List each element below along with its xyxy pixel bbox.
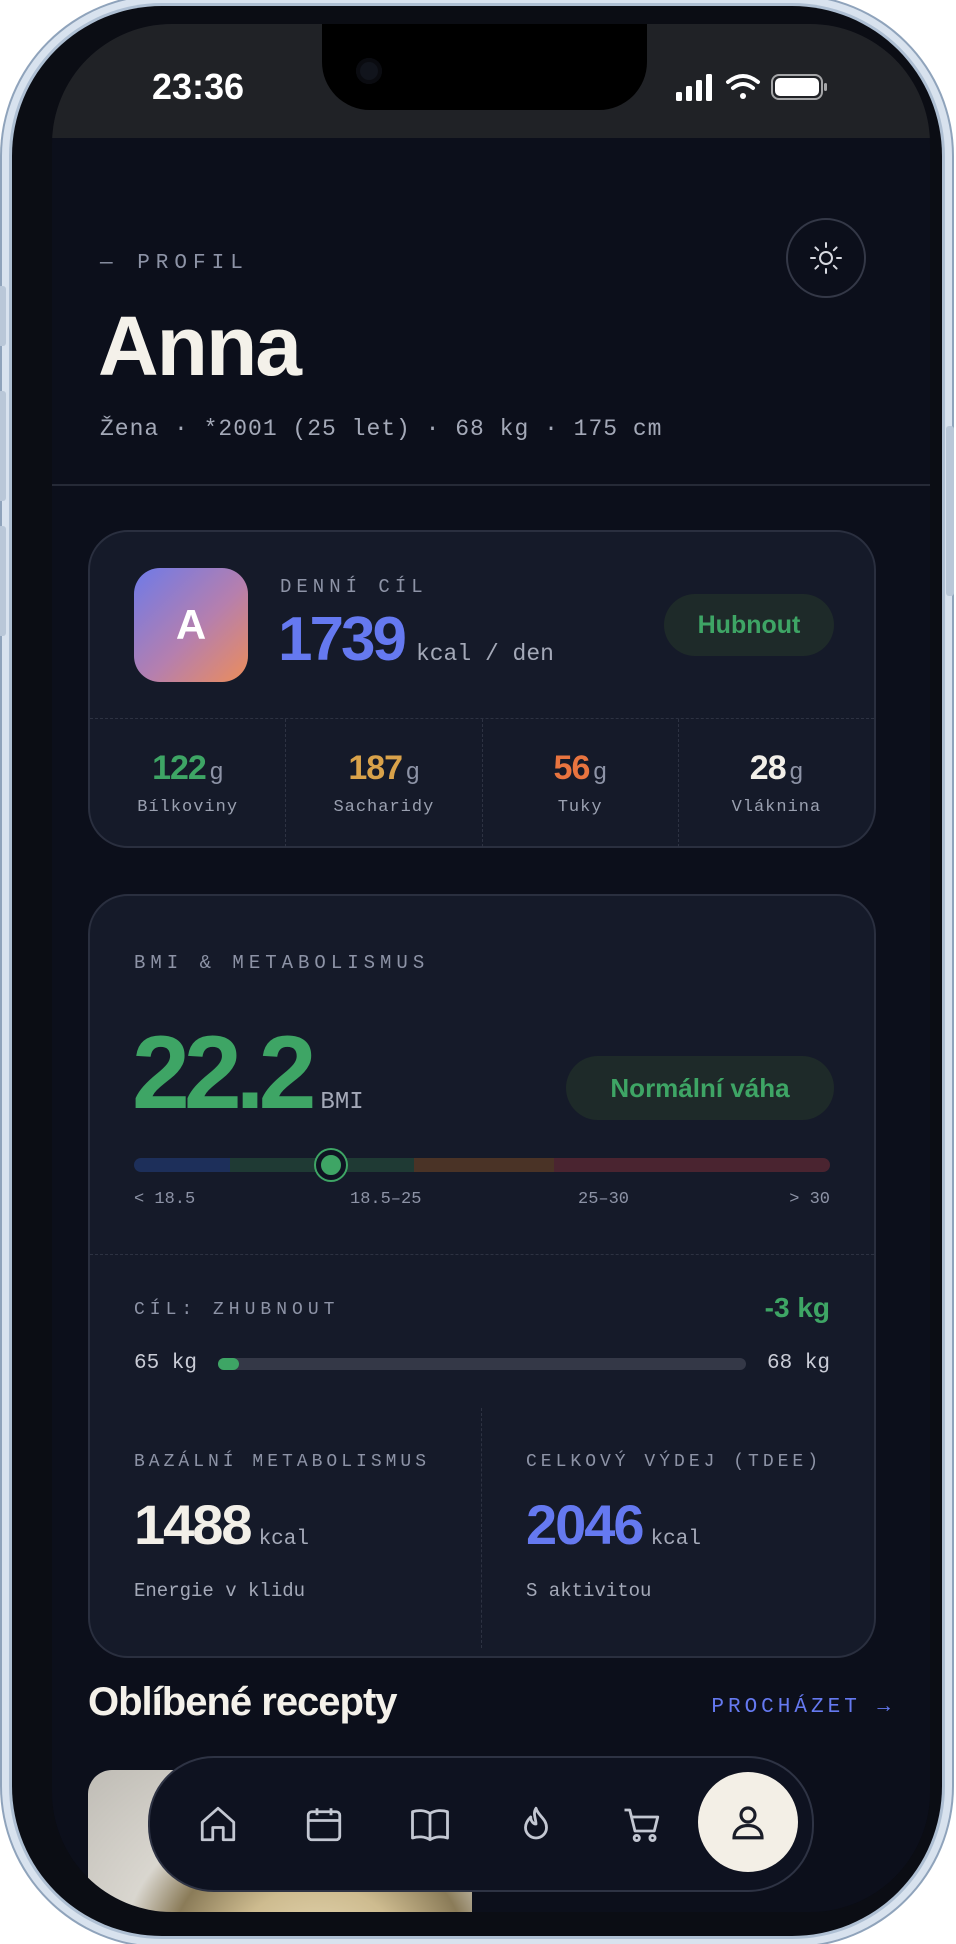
theme-toggle-button[interactable] (786, 218, 866, 298)
macro-fat: 56 g Tuky (483, 719, 679, 847)
bmr-unit: kcal (258, 1528, 309, 1551)
profile-icon (732, 1806, 764, 1840)
macro-fiber: 28 g Vláknina (679, 719, 874, 847)
tdee-unit: kcal (650, 1528, 701, 1551)
bmi-card: BMI & METABOLISMUS 22.2 BMI Normální váh… (88, 894, 876, 1658)
daily-goal-label: DENNÍ CÍL (280, 576, 428, 598)
wifi-icon (726, 74, 760, 99)
nav-calories[interactable] (510, 1798, 562, 1850)
nav-profile[interactable] (698, 1772, 798, 1872)
bmi-segment-obese (554, 1158, 830, 1172)
sun-icon (810, 242, 842, 274)
mute-switch (0, 286, 6, 346)
profile-meta: Žena · *2001 (25 let) · 68 kg · 175 cm (100, 416, 663, 442)
status-icons (676, 72, 846, 109)
macro-name: Tuky (557, 798, 603, 817)
calendar-icon (306, 1808, 342, 1842)
weight-goal-label: CÍL: ZHUBNOUT (134, 1300, 340, 1320)
bmi-marker (316, 1150, 346, 1180)
macro-carbs: 187 g Sacharidy (286, 719, 483, 847)
bmi-segment-over (414, 1158, 554, 1172)
macros-row: 122 g Bílkoviny 187 g Sacharidy 56 g Tuky 2… (90, 718, 874, 847)
home-icon (200, 1806, 236, 1842)
bmi-tick-label: 18.5–25 (350, 1190, 422, 1209)
bmi-unit: BMI (320, 1089, 364, 1116)
camera (356, 58, 382, 84)
nav-home[interactable] (192, 1798, 244, 1850)
page-eyebrow: — PROFIL (100, 252, 249, 275)
metric-divider (481, 1408, 482, 1648)
bmr-value-row: 1488 kcal (134, 1492, 309, 1557)
bmi-status-badge: Normální váha (566, 1056, 834, 1120)
screen: 23:36 — PROFIL Anna Žena · *2001 (25 let… (52, 24, 930, 1912)
status-time: 23:36 (152, 66, 245, 107)
cart-icon (624, 1808, 660, 1843)
bmr-label: BAZÁLNÍ METABOLISMUS (134, 1452, 431, 1472)
weight-goal-from: 65 kg (134, 1352, 198, 1375)
bmi-segment-under (134, 1158, 230, 1172)
profile-page: — PROFIL Anna Žena · *2001 (25 let) · 68… (52, 138, 930, 1912)
power-button (946, 426, 954, 596)
daily-kcal-row: 1739 kcal / den (278, 604, 554, 675)
daily-kcal-value: 1739 (278, 605, 407, 674)
macro-value: 28 (749, 749, 787, 787)
macro-unit: g (593, 758, 607, 785)
nav-cart[interactable] (616, 1798, 668, 1850)
bmi-value: 22.2 (132, 1015, 316, 1131)
avatar: A (134, 568, 248, 682)
goal-badge: Hubnout (664, 594, 834, 656)
bmr-subtitle: Energie v klidu (134, 1580, 306, 1602)
bmi-card-label: BMI & METABOLISMUS (134, 952, 430, 974)
browse-recipes-link[interactable]: PROCHÁZET → (711, 1696, 894, 1719)
flame-icon (524, 1806, 548, 1840)
weight-goal-progress (218, 1358, 746, 1370)
macro-unit: g (209, 758, 224, 785)
bmr-value: 1488 (134, 1493, 253, 1556)
bmi-tick-label: > 30 (789, 1190, 830, 1209)
phone-frame: 23:36 — PROFIL Anna Žena · *2001 (25 let… (0, 6, 954, 1936)
signal-icon (676, 74, 712, 101)
header-divider (52, 484, 930, 486)
macro-value: 122 (152, 749, 207, 787)
recipes-title: Oblíbené recepty (88, 1680, 398, 1724)
macro-name: Sacharidy (333, 798, 435, 817)
macro-protein: 122 g Bílkoviny (90, 719, 287, 847)
bmi-tick-label: < 18.5 (134, 1190, 196, 1209)
daily-kcal-unit: kcal / den (415, 641, 554, 667)
macro-unit: g (789, 758, 803, 785)
tdee-value: 2046 (526, 1493, 645, 1556)
bottom-nav (148, 1756, 814, 1892)
macro-value: 187 (348, 749, 403, 787)
macro-value: 56 (553, 749, 591, 787)
book-icon (411, 1809, 449, 1842)
macro-name: Bílkoviny (137, 798, 239, 817)
profile-name: Anna (98, 299, 302, 393)
battery-icon (771, 74, 827, 100)
weight-goal-progress-fill (218, 1358, 240, 1370)
bmi-value-row: 22.2 BMI (132, 1014, 364, 1133)
weight-goal-delta: -3 kg (764, 1292, 830, 1323)
tdee-subtitle: S aktivitou (526, 1580, 652, 1602)
nav-recipes[interactable] (404, 1798, 456, 1850)
weight-goal-to: 68 kg (766, 1352, 830, 1375)
section-divider (90, 1254, 874, 1255)
bmi-tick-label: 25–30 (578, 1190, 630, 1209)
volume-up-button (0, 391, 6, 501)
nav-calendar[interactable] (298, 1798, 350, 1850)
macro-unit: g (406, 758, 420, 785)
volume-down-button (0, 526, 6, 636)
daily-goal-card: A DENNÍ CÍL 1739 kcal / den Hubnout 122 g… (88, 530, 876, 848)
macro-name: Vláknina (731, 798, 822, 817)
status-bar: 23:36 (52, 24, 930, 138)
tdee-value-row: 2046 kcal (526, 1492, 701, 1557)
tdee-label: CELKOVÝ VÝDEJ (TDEE) (526, 1452, 823, 1472)
